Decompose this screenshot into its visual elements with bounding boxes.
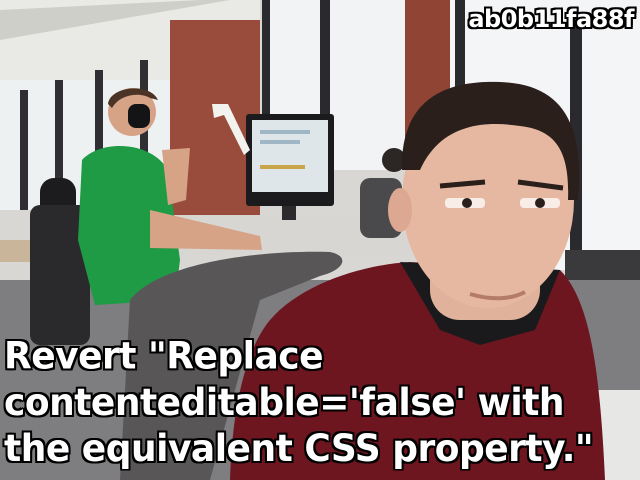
commit-hash-caption: ab0b11fa88f	[468, 5, 634, 33]
meme-caption: Revert "Replace contenteditable='false' …	[4, 334, 594, 473]
monitor	[246, 114, 334, 220]
caption-line-1: Revert "Replace	[4, 335, 324, 379]
caption-line-2: contenteditable='false' with	[4, 381, 565, 425]
caption-line-3: the equivalent CSS property."	[4, 427, 594, 471]
